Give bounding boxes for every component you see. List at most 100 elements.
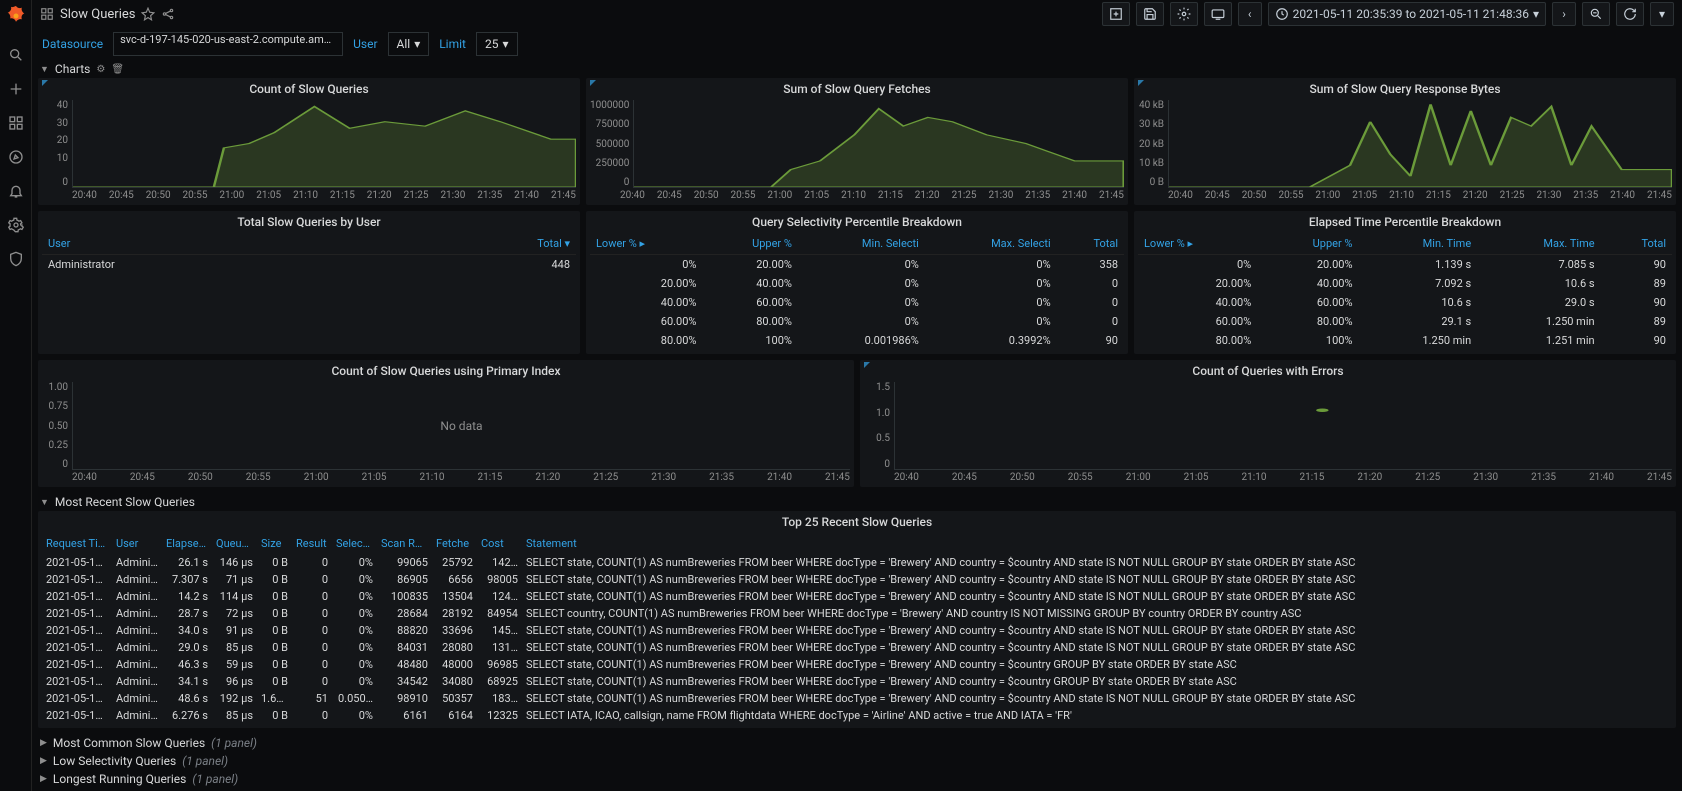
table-row: 40.00%60.00%10.6 s29.0 s90 xyxy=(1138,293,1672,312)
table-row: 0%20.00%0%0%358 xyxy=(590,255,1124,275)
tv-button[interactable] xyxy=(1204,2,1232,26)
collapsed-row[interactable]: ▶Low Selectivity Queries (1 panel) xyxy=(38,752,1676,770)
panel-top25: Top 25 Recent Slow Queries Request Time … xyxy=(38,511,1676,728)
share-icon[interactable] xyxy=(161,7,175,21)
column-header[interactable]: Selectiv xyxy=(332,533,377,554)
column-header[interactable]: Lower % ▸ xyxy=(590,233,702,255)
time-picker[interactable]: 2021-05-11 20:35:39 to 2021-05-11 21:48:… xyxy=(1268,2,1546,26)
table-row: 2021-05-11 21…Administ…46.3 s59 µs0 B00%… xyxy=(42,656,1672,673)
column-header[interactable]: Max. Time xyxy=(1477,233,1600,255)
row-recent[interactable]: ▼ Most Recent Slow Queries xyxy=(38,493,1676,511)
table-row: 60.00%80.00%29.1 s1.250 min89 xyxy=(1138,312,1672,331)
explore-icon[interactable] xyxy=(8,149,24,165)
column-header[interactable]: Upper % xyxy=(1257,233,1358,255)
panel-elapsed-percentile: Elapsed Time Percentile Breakdown Lower … xyxy=(1134,211,1676,354)
datasource-label: Datasource xyxy=(42,37,103,51)
zoom-out-button[interactable] xyxy=(1582,2,1610,26)
column-header[interactable]: Elapsed Ti xyxy=(162,533,212,554)
y-axis: 40 kB30 kB20 kB10 kB0 B xyxy=(1138,100,1168,188)
table-row: 0%20.00%1.139 s7.085 s90 xyxy=(1138,255,1672,275)
collapsed-row[interactable]: ▶Most Common Slow Queries (1 panel) xyxy=(38,734,1676,752)
table-row: 60.00%80.00%0%0%0 xyxy=(590,312,1124,331)
column-header[interactable]: Total ▾ xyxy=(382,233,576,255)
column-header[interactable]: Total xyxy=(1601,233,1672,255)
dashboards-icon[interactable] xyxy=(8,115,24,131)
chevron-right-icon: ▶ xyxy=(40,738,47,748)
table-row: 2021-05-11 21…Administ…14.2 s114 µs0 B00… xyxy=(42,588,1672,605)
plus-icon[interactable] xyxy=(8,81,24,97)
main: Slow Queries ‹ 2021-05-11 20:35:39 to 20… xyxy=(32,0,1682,791)
chevron-right-icon: ▶ xyxy=(40,774,47,784)
table-row: 80.00%100%1.250 min1.251 min90 xyxy=(1138,331,1672,350)
user-select[interactable]: All▾ xyxy=(388,32,430,56)
x-axis: 20:4020:4520:5020:5521:0021:0521:1021:15… xyxy=(1138,188,1672,201)
column-header[interactable]: Scan Resu xyxy=(377,533,432,554)
column-header[interactable]: User xyxy=(42,233,382,255)
column-header[interactable]: Upper % xyxy=(702,233,797,255)
star-icon[interactable] xyxy=(141,7,155,21)
cog-icon[interactable] xyxy=(8,217,24,233)
chevron-right-icon: ▶ xyxy=(40,756,47,766)
panel-sum-fetches: Sum of Slow Query Fetches 10000007500005… xyxy=(586,78,1128,205)
x-axis: 20:4020:4520:5020:5521:0021:0521:1021:15… xyxy=(42,470,850,483)
row-charts[interactable]: ▼ Charts ⚙ 🗑 xyxy=(38,60,1676,78)
time-prev-button[interactable]: ‹ xyxy=(1238,2,1262,26)
time-next-button[interactable]: › xyxy=(1552,2,1576,26)
table-row: 40.00%60.00%0%0%0 xyxy=(590,293,1124,312)
y-axis: 403020100 xyxy=(42,100,72,188)
column-header[interactable]: Max. Selecti xyxy=(925,233,1057,255)
table-row: 2021-05-11 21…Administ…48.6 s192 µs1.69…… xyxy=(42,690,1672,707)
panel-errors: Count of Queries with Errors 1.51.00.50 … xyxy=(860,360,1676,487)
search-icon[interactable] xyxy=(8,47,24,63)
table-row: 2021-05-11 21…Administ…34.0 s91 µs0 B00%… xyxy=(42,622,1672,639)
table-row: 20.00%40.00%0%0%0 xyxy=(590,274,1124,293)
y-axis: 10000007500005000002500000 xyxy=(590,100,633,188)
collapsed-row[interactable]: ▶Longest Running Queries (1 panel) xyxy=(38,770,1676,788)
shield-icon[interactable] xyxy=(8,251,24,267)
grid-icon[interactable] xyxy=(40,7,54,21)
chevron-down-icon: ▾ xyxy=(1533,7,1539,21)
topbar: Slow Queries ‹ 2021-05-11 20:35:39 to 20… xyxy=(32,0,1682,28)
grafana-logo[interactable] xyxy=(6,6,26,29)
panel-count-slow-queries: Count of Slow Queries 403020100 20:4020:… xyxy=(38,78,580,205)
table-user: UserTotal ▾Administrator448 xyxy=(42,233,576,274)
table-row: 80.00%100%0.001986%0.3992%90 xyxy=(590,331,1124,350)
table-row: 2021-05-11 21…Administ…29.0 s85 µs0 B00%… xyxy=(42,639,1672,656)
column-header[interactable]: Statement xyxy=(522,533,1672,554)
column-header[interactable]: Min. Time xyxy=(1359,233,1478,255)
column-header[interactable]: Request Time ▸ xyxy=(42,533,112,554)
column-header[interactable]: Total xyxy=(1057,233,1124,255)
alerting-icon[interactable] xyxy=(8,183,24,199)
trash-icon[interactable]: 🗑 xyxy=(111,64,124,75)
column-header[interactable]: Queue Tir xyxy=(212,533,257,554)
chevron-down-icon: ▼ xyxy=(40,64,49,75)
table-selectivity: Lower % ▸Upper %Min. SelectiMax. Selecti… xyxy=(590,233,1124,350)
datasource-select[interactable]: svc-d-197-145-020-us-east-2.compute.amaz… xyxy=(113,32,343,56)
column-header[interactable]: User xyxy=(112,533,162,554)
refresh-dropdown[interactable]: ▾ xyxy=(1650,2,1674,26)
panel-primary-index: Count of Slow Queries using Primary Inde… xyxy=(38,360,854,487)
panel-total-by-user: Total Slow Queries by User UserTotal ▾Ad… xyxy=(38,211,580,354)
settings-button[interactable] xyxy=(1170,2,1198,26)
column-header[interactable]: Fetche xyxy=(432,533,477,554)
panel-sum-response-bytes: Sum of Slow Query Response Bytes 40 kB30… xyxy=(1134,78,1676,205)
cog-icon[interactable]: ⚙ xyxy=(96,64,105,75)
refresh-button[interactable] xyxy=(1616,2,1644,26)
column-header[interactable]: Lower % ▸ xyxy=(1138,233,1257,255)
table-row: 20.00%40.00%7.092 s10.6 s89 xyxy=(1138,274,1672,293)
user-label: User xyxy=(353,37,377,51)
time-range-text: 2021-05-11 20:35:39 to 2021-05-11 21:48:… xyxy=(1293,7,1529,21)
y-axis: 1.000.750.500.250 xyxy=(42,382,72,470)
column-header[interactable]: Result xyxy=(292,533,332,554)
save-button[interactable] xyxy=(1136,2,1164,26)
column-header[interactable]: Size xyxy=(257,533,292,554)
limit-select[interactable]: 25▾ xyxy=(476,32,518,56)
add-panel-button[interactable] xyxy=(1102,2,1130,26)
x-axis: 20:4020:4520:5020:5521:0021:0521:1021:15… xyxy=(590,188,1124,201)
column-header[interactable]: Min. Selecti xyxy=(798,233,925,255)
table-row: Administrator448 xyxy=(42,255,576,275)
x-axis: 20:4020:4520:5020:5521:0021:0521:1021:15… xyxy=(42,188,576,201)
table-elapsed: Lower % ▸Upper %Min. TimeMax. TimeTotal0… xyxy=(1138,233,1672,350)
column-header[interactable]: Cost xyxy=(477,533,522,554)
no-data-text: No data xyxy=(73,382,850,469)
